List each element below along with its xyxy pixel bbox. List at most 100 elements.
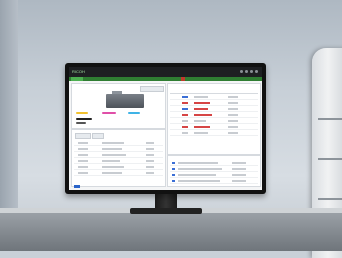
table-row[interactable] xyxy=(170,102,258,106)
status-dot xyxy=(255,70,258,73)
log-text xyxy=(178,162,218,164)
log-row[interactable] xyxy=(170,168,258,172)
machine-slot xyxy=(318,158,342,160)
table-cell xyxy=(102,160,120,162)
table-cell xyxy=(102,148,122,150)
table-cell xyxy=(78,154,88,156)
log-row[interactable] xyxy=(170,180,258,184)
tab[interactable] xyxy=(129,77,141,81)
table-cell xyxy=(228,108,238,110)
job-list-panel xyxy=(71,129,166,187)
photo-background: RICOH xyxy=(0,0,342,258)
table-cell xyxy=(78,160,88,162)
table-cell xyxy=(194,120,206,122)
alerts-panel xyxy=(167,83,261,155)
table-cell xyxy=(146,148,154,150)
log-time xyxy=(232,162,246,164)
filter-button[interactable] xyxy=(75,133,91,139)
log-time xyxy=(232,174,246,176)
panel-button[interactable] xyxy=(140,86,164,92)
log-time xyxy=(232,168,246,170)
info-icon xyxy=(172,168,175,170)
desk xyxy=(0,213,342,251)
table-row[interactable] xyxy=(74,172,163,176)
filter-button[interactable] xyxy=(92,133,104,139)
table-row[interactable] xyxy=(74,154,163,158)
table-cell xyxy=(78,142,88,144)
table-cell xyxy=(102,172,122,174)
table-cell xyxy=(102,166,124,168)
status-icon xyxy=(182,102,188,104)
table-cell xyxy=(146,142,154,144)
app-toolbar: RICOH xyxy=(69,67,262,77)
status-dot xyxy=(245,70,248,73)
machine-slot xyxy=(318,118,342,120)
table-row[interactable] xyxy=(74,166,163,170)
status-icon xyxy=(182,108,188,110)
table-cell xyxy=(194,126,210,128)
status-icon xyxy=(182,132,188,134)
table-cell xyxy=(194,96,208,98)
info-icon xyxy=(172,180,175,182)
info-icon xyxy=(172,162,175,164)
monitor: RICOH xyxy=(65,63,266,194)
printer-image xyxy=(106,91,144,108)
table-row[interactable] xyxy=(170,114,258,118)
ink-level-yellow xyxy=(76,112,88,114)
log-row[interactable] xyxy=(170,174,258,178)
table-cell xyxy=(228,96,238,98)
table-row[interactable] xyxy=(74,142,163,146)
table-cell xyxy=(78,172,88,174)
table-row[interactable] xyxy=(170,132,258,136)
table-cell xyxy=(146,160,154,162)
monitor-stand-base xyxy=(130,208,202,214)
table-cell xyxy=(194,132,208,134)
tab[interactable] xyxy=(99,77,111,81)
ink-level-cyan xyxy=(128,112,140,114)
table-cell xyxy=(146,172,154,174)
table-row[interactable] xyxy=(170,120,258,124)
tab[interactable] xyxy=(71,77,83,81)
table-cell xyxy=(194,108,208,110)
log-text xyxy=(178,174,216,176)
table-header xyxy=(170,90,258,94)
table-cell xyxy=(78,148,88,150)
table-cell xyxy=(102,142,124,144)
table-row[interactable] xyxy=(74,160,163,164)
table-row[interactable] xyxy=(74,148,163,152)
status-icon xyxy=(182,96,188,98)
table-row[interactable] xyxy=(170,126,258,130)
status-indicators xyxy=(240,70,258,73)
printer-status-panel xyxy=(71,83,166,129)
ink-level-black-2 xyxy=(76,122,86,124)
log-text xyxy=(178,168,222,170)
table-cell xyxy=(228,126,238,128)
ink-level-black xyxy=(76,118,92,120)
log-panel xyxy=(167,155,261,187)
table-cell xyxy=(146,154,154,156)
table-row[interactable] xyxy=(170,108,258,112)
table-cell xyxy=(228,114,238,116)
status-dot xyxy=(240,70,243,73)
tab-bar xyxy=(69,77,262,81)
taskbar-logo-icon xyxy=(74,185,80,188)
table-cell xyxy=(194,114,212,116)
info-icon xyxy=(172,174,175,176)
log-time xyxy=(232,180,246,182)
alert-tab[interactable] xyxy=(181,77,185,81)
table-cell xyxy=(228,120,238,122)
log-row[interactable] xyxy=(170,162,258,166)
status-icon xyxy=(182,120,188,122)
table-cell xyxy=(228,102,238,104)
machine-slot xyxy=(318,198,342,200)
table-cell xyxy=(146,166,154,168)
status-icon xyxy=(182,126,188,128)
log-text xyxy=(178,180,220,182)
status-dot xyxy=(250,70,253,73)
table-cell xyxy=(78,166,88,168)
status-icon xyxy=(182,114,188,116)
app-logo: RICOH xyxy=(72,69,85,74)
table-row[interactable] xyxy=(170,96,258,100)
table-cell xyxy=(228,132,238,134)
table-cell xyxy=(102,154,126,156)
